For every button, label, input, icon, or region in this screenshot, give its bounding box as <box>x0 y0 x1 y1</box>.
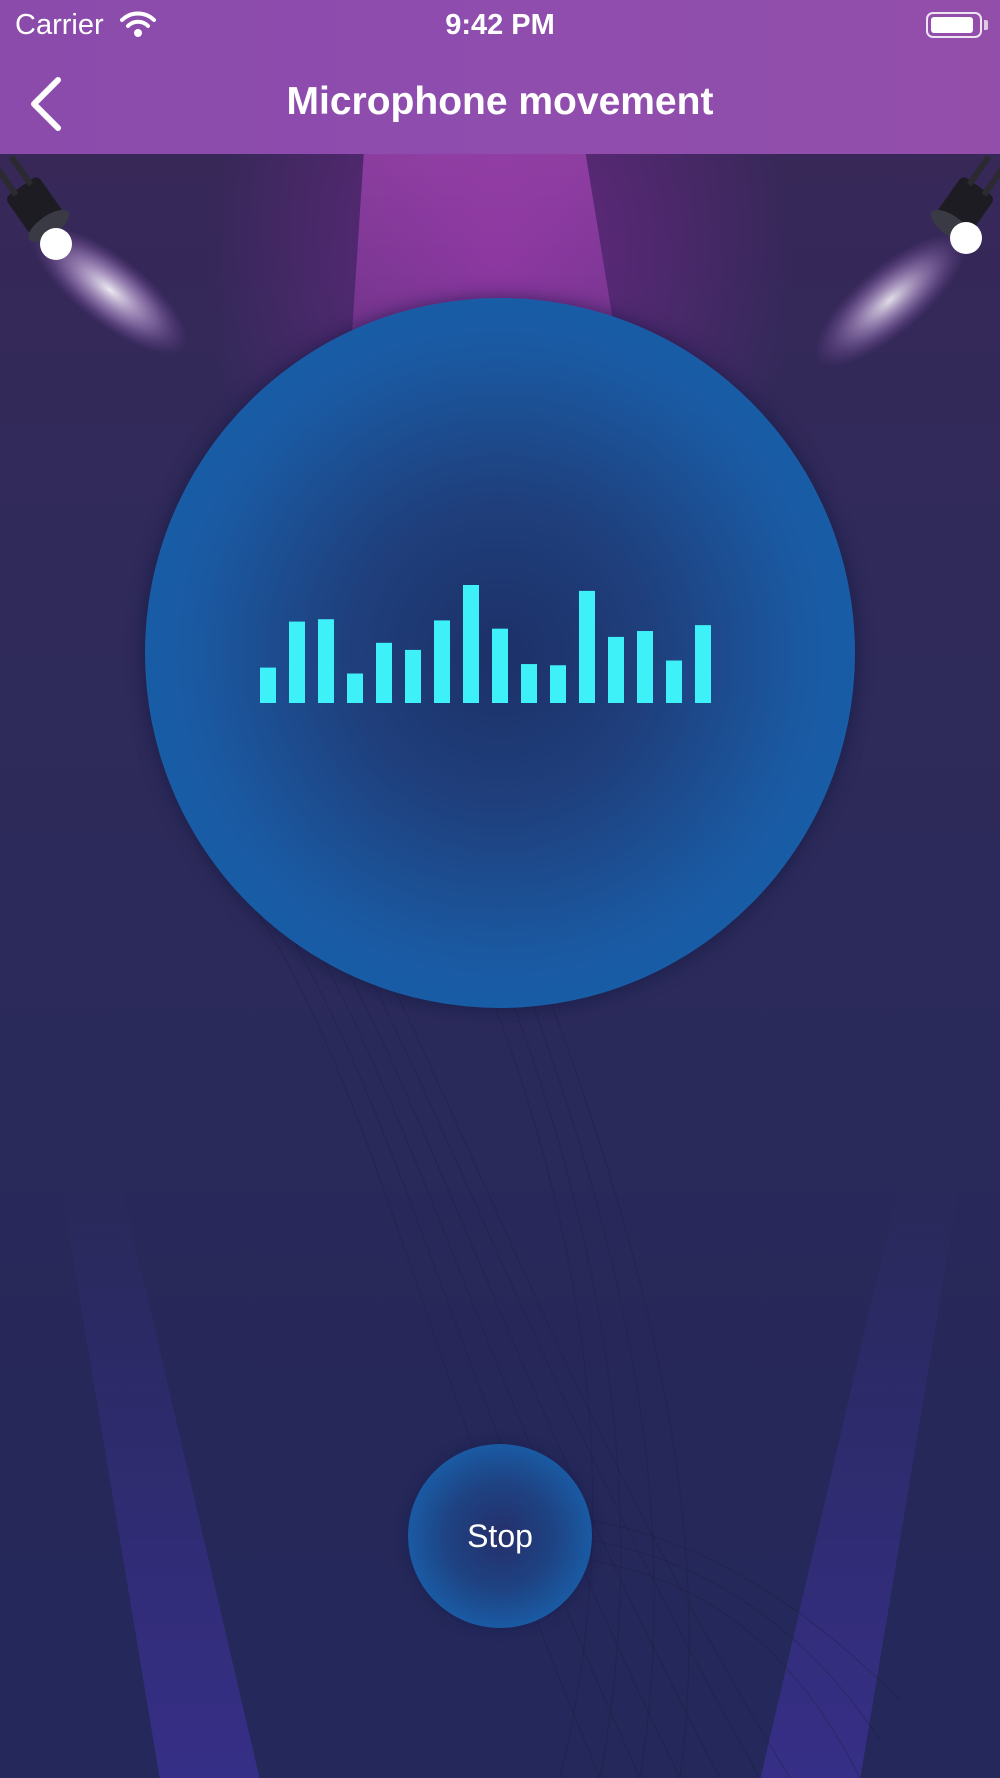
level-bar <box>492 628 508 703</box>
stop-button-label: Stop <box>467 1518 533 1554</box>
level-bar <box>376 642 392 703</box>
level-bar <box>666 660 682 703</box>
level-bar <box>608 636 624 703</box>
level-bar <box>637 631 653 703</box>
level-bar <box>550 665 566 703</box>
level-bar <box>434 620 450 703</box>
level-bar <box>289 621 305 703</box>
level-bar <box>318 619 334 703</box>
level-bar <box>521 664 537 703</box>
level-bar <box>579 590 595 703</box>
stop-button[interactable]: Stop <box>408 1444 592 1628</box>
level-bar <box>405 649 421 703</box>
level-bar <box>260 667 276 703</box>
level-bar <box>463 585 479 703</box>
level-bar <box>347 673 363 703</box>
level-bar <box>695 625 711 703</box>
